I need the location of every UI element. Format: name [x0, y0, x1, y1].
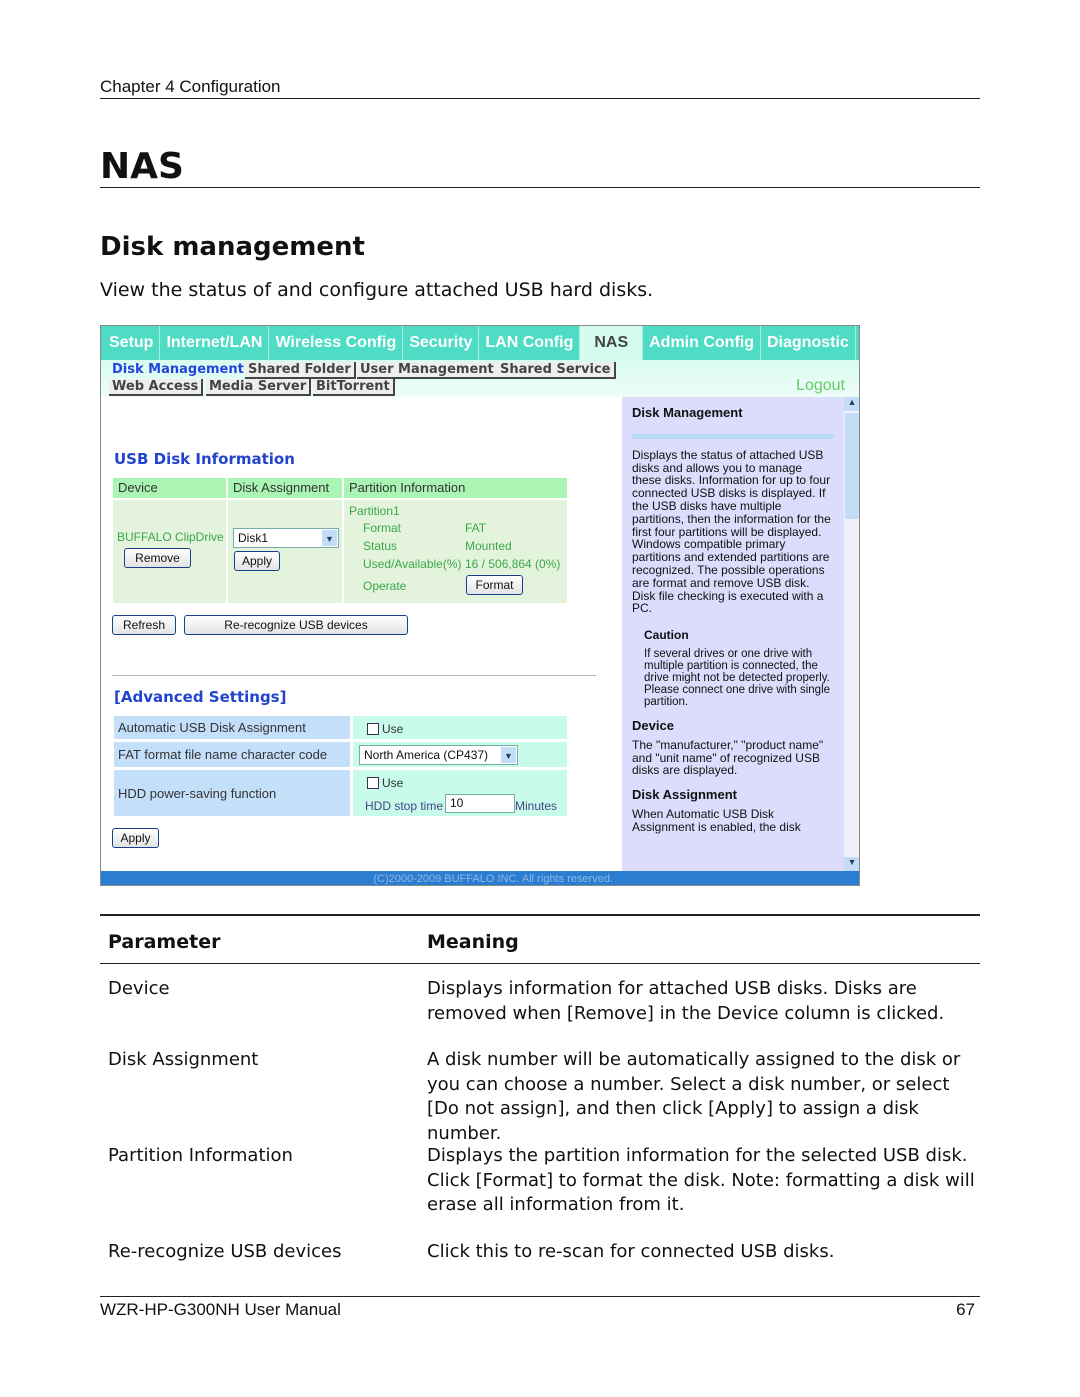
fat-code-select[interactable]: North America (CP437) ▼ [359, 745, 518, 765]
status-label: Status [363, 539, 398, 553]
col-header-meaning: Meaning [427, 931, 519, 953]
hdd-stop-time-input[interactable]: 10 [445, 794, 515, 813]
device-help-heading: Device [632, 717, 674, 733]
caution-heading: Caution [644, 628, 689, 643]
subtab-media-server[interactable]: Media Server [206, 379, 312, 396]
hdd-stop-time-label: HDD stop time [365, 799, 444, 813]
subtab-web-access[interactable]: Web Access [109, 379, 204, 396]
auto-assign-label: Automatic USB Disk Assignment [118, 720, 306, 735]
divider [100, 1296, 980, 1297]
manual-name: WZR-HP-G300NH User Manual [100, 1300, 341, 1319]
fat-code-value: North America (CP437) [364, 748, 489, 762]
status-value: Mounted [465, 539, 512, 553]
logout-link[interactable]: Logout [796, 377, 845, 395]
param-cell: Device [108, 978, 170, 999]
page-number: 67 [956, 1300, 975, 1319]
operate-label: Operate [363, 579, 407, 593]
tab-admin-config[interactable]: Admin Config [643, 326, 761, 360]
col-device: Device [118, 480, 158, 495]
auto-assign-checkbox[interactable]: Use [363, 722, 403, 736]
remove-button[interactable]: Remove [124, 548, 191, 568]
disk-select-value: Disk1 [238, 531, 269, 545]
divider [100, 98, 980, 99]
device-help-text: The "manufacturer," "product name" and "… [632, 737, 824, 778]
main-tabs: Setup Internet/LAN Wireless Config Secur… [101, 326, 859, 360]
advanced-settings-heading: [Advanced Settings] [114, 688, 287, 706]
rerecognize-usb-button[interactable]: Re-recognize USB devices [184, 615, 408, 635]
subtab-shared-folder[interactable]: Shared Folder [245, 362, 356, 379]
subtab-bittorrent[interactable]: BitTorrent [313, 379, 395, 396]
chevron-down-icon: ▼ [501, 747, 516, 763]
tab-lan-config[interactable]: LAN Config [479, 326, 581, 360]
used-value: 16 / 506,864 (0%) [465, 557, 561, 571]
divider [100, 963, 980, 964]
chapter-header: Chapter 4 Configuration [100, 77, 281, 96]
device-name: BUFFALO ClipDrive [117, 530, 224, 544]
param-cell: Partition Information [108, 1145, 293, 1166]
subtab-disk-management[interactable]: Disk Management [109, 362, 249, 379]
meaning-cell: A disk number will be automatically assi… [427, 1049, 961, 1144]
meaning-cell: Click this to re-scan for connected USB … [427, 1241, 835, 1262]
page-title: NAS [100, 146, 184, 187]
help-text: Displays the status of attached USB disk… [632, 447, 831, 616]
divider [112, 675, 596, 676]
use-label: Use [382, 776, 404, 790]
caution-text: If several drives or one drive with mult… [644, 647, 831, 708]
meaning-cell: Displays the partition information for t… [427, 1145, 975, 1215]
used-label: Used/Available(%) [363, 557, 462, 571]
apply-disk-button[interactable]: Apply [234, 551, 280, 571]
tab-setup[interactable]: Setup [103, 326, 161, 360]
col-header-parameter: Parameter [108, 931, 221, 953]
scroll-up-icon[interactable]: ▲ [844, 397, 859, 411]
param-cell: Re-recognize USB devices [108, 1241, 342, 1262]
subtab-shared-service[interactable]: Shared Service [497, 362, 616, 379]
help-panel: Disk Management Displays the status of a… [622, 397, 844, 871]
section-description: View the status of and configure attache… [100, 279, 654, 301]
hdd-power-saving-label: HDD power-saving function [118, 786, 277, 801]
refresh-button[interactable]: Refresh [112, 615, 176, 635]
scroll-thumb[interactable] [845, 413, 859, 519]
format-label: Format [363, 521, 402, 535]
tab-wireless-config[interactable]: Wireless Config [269, 326, 404, 360]
col-partition-info: Partition Information [349, 480, 466, 495]
subtab-user-management[interactable]: User Management [357, 362, 499, 379]
divider [100, 187, 980, 188]
assign-help-heading: Disk Assignment [632, 787, 737, 803]
hdd-power-saving-checkbox[interactable]: Use [363, 776, 403, 790]
use-label: Use [382, 722, 404, 736]
tab-internet-lan[interactable]: Internet/LAN [160, 326, 270, 360]
param-cell: Disk Assignment [108, 1049, 259, 1070]
meaning-cell: Displays information for attached USB di… [427, 978, 945, 1024]
router-screenshot: Setup Internet/LAN Wireless Config Secur… [100, 325, 860, 886]
col-disk-assignment: Disk Assignment [233, 480, 330, 495]
format-value: FAT [465, 521, 487, 535]
format-button[interactable]: Format [466, 575, 523, 595]
usb-disk-info-heading: USB Disk Information [114, 450, 295, 468]
tab-security[interactable]: Security [403, 326, 480, 360]
scroll-down-icon[interactable]: ▼ [844, 857, 859, 871]
assign-help-text: When Automatic USB Disk Assignment is en… [632, 806, 801, 834]
partition-name: Partition1 [349, 504, 400, 518]
help-scrollbar[interactable]: ▲ ▼ [844, 397, 859, 871]
tab-nas[interactable]: NAS [580, 326, 644, 360]
fat-code-label: FAT format file name character code [118, 747, 328, 762]
apply-advanced-button[interactable]: Apply [112, 828, 159, 848]
chevron-down-icon: ▼ [322, 530, 337, 546]
section-heading: Disk management [100, 232, 365, 262]
tab-diagnostic[interactable]: Diagnostic [761, 326, 856, 360]
disk-select[interactable]: Disk1 ▼ [233, 528, 339, 548]
table-top-rule [100, 914, 980, 916]
minutes-label: Minutes [515, 799, 558, 813]
help-heading: Disk Management [632, 405, 743, 420]
sub-tabs: Disk Management Shared Folder User Manag… [101, 360, 859, 397]
copyright: (C)2000-2009 BUFFALO INC. All rights res… [101, 871, 859, 885]
